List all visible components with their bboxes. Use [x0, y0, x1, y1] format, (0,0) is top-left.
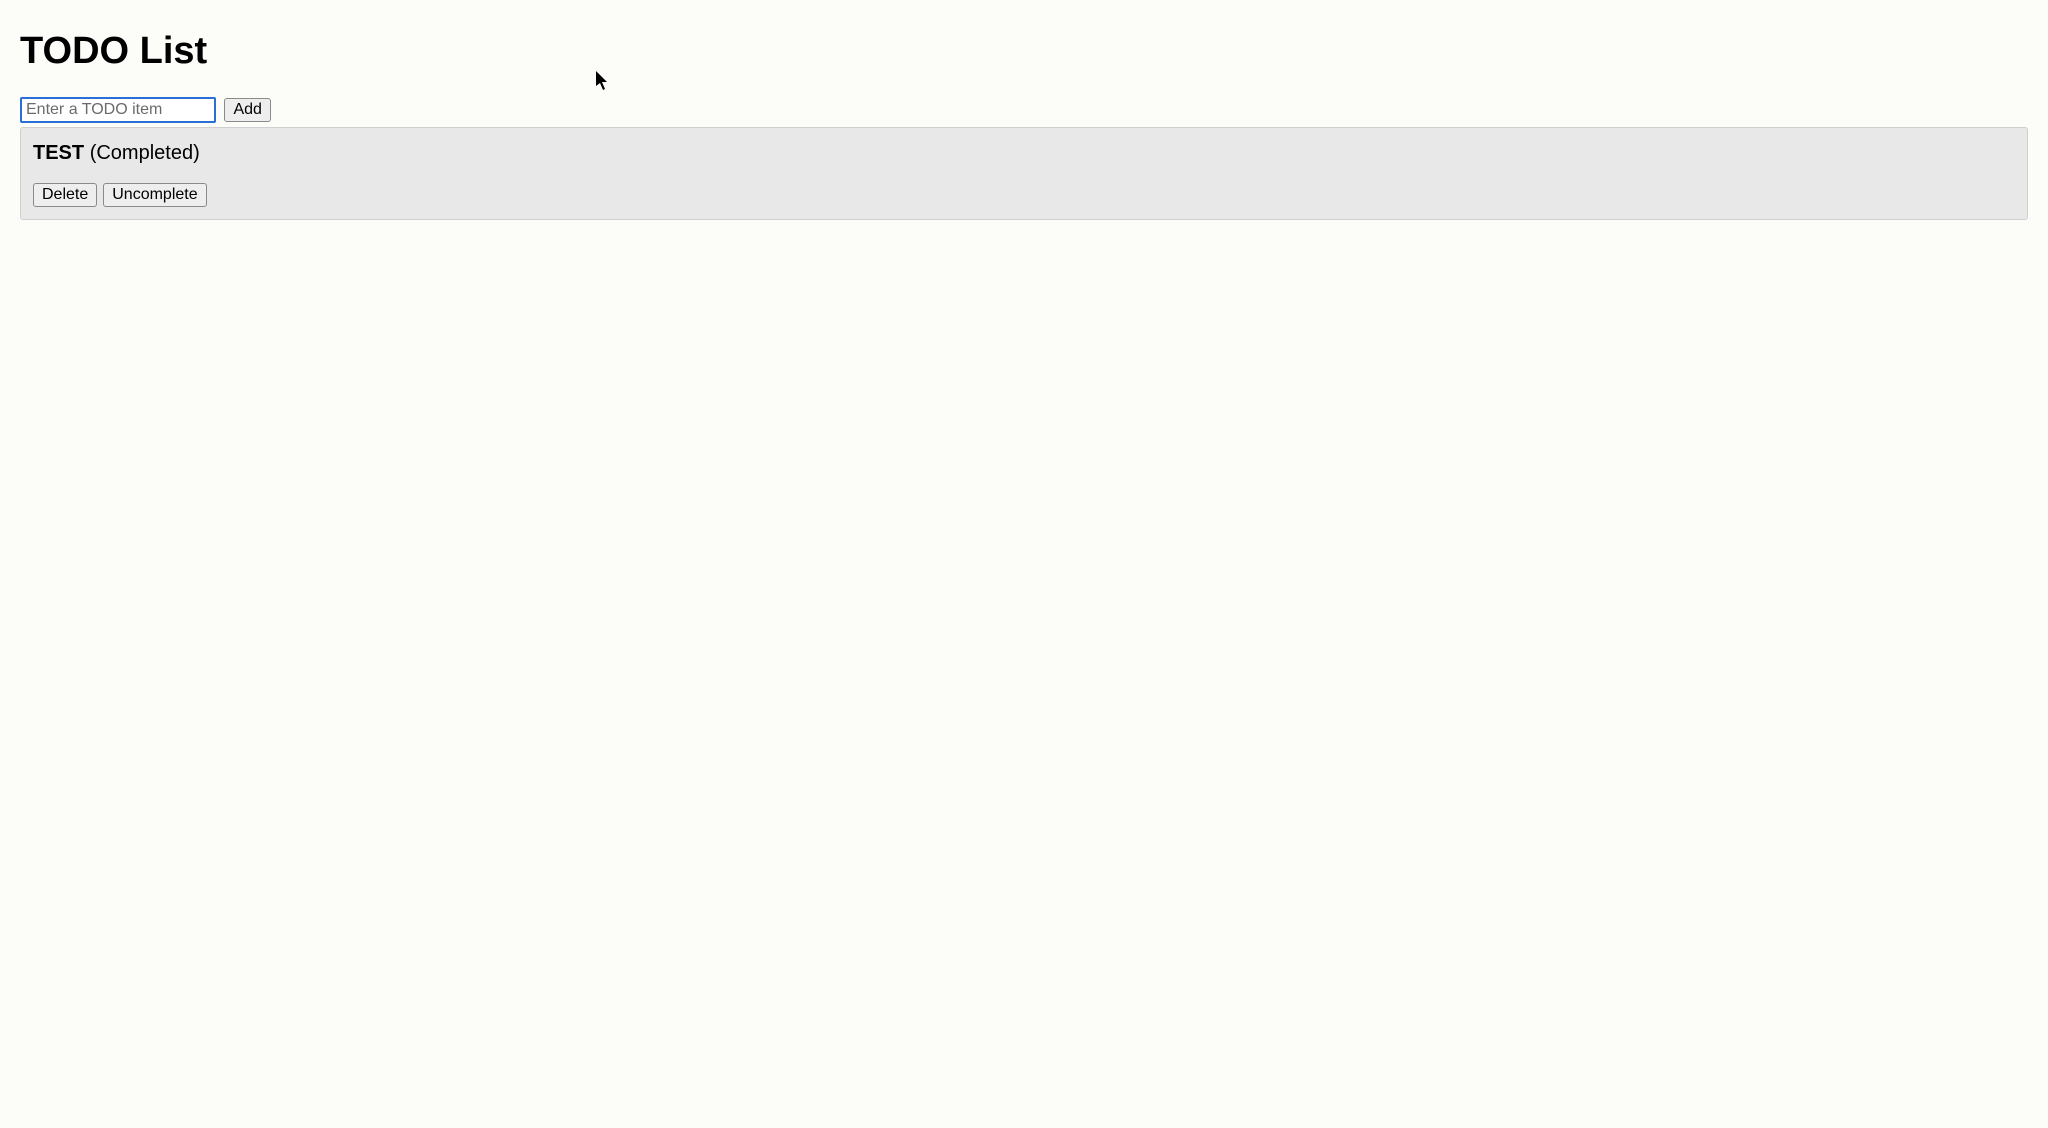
cursor-icon	[596, 71, 610, 91]
add-todo-row: Add	[20, 97, 2028, 123]
todo-item: TEST (Completed) Delete Uncomplete	[20, 127, 2028, 220]
todo-actions: Delete Uncomplete	[33, 183, 2015, 207]
todo-status-label: (Completed)	[90, 142, 200, 164]
delete-button[interactable]: Delete	[33, 183, 97, 207]
todo-title: TEST	[33, 142, 84, 164]
todo-input[interactable]	[20, 97, 216, 123]
todo-title-row: TEST (Completed)	[33, 142, 2015, 165]
uncomplete-button[interactable]: Uncomplete	[103, 183, 206, 207]
add-button[interactable]: Add	[224, 98, 270, 122]
page-title: TODO List	[20, 30, 2028, 73]
